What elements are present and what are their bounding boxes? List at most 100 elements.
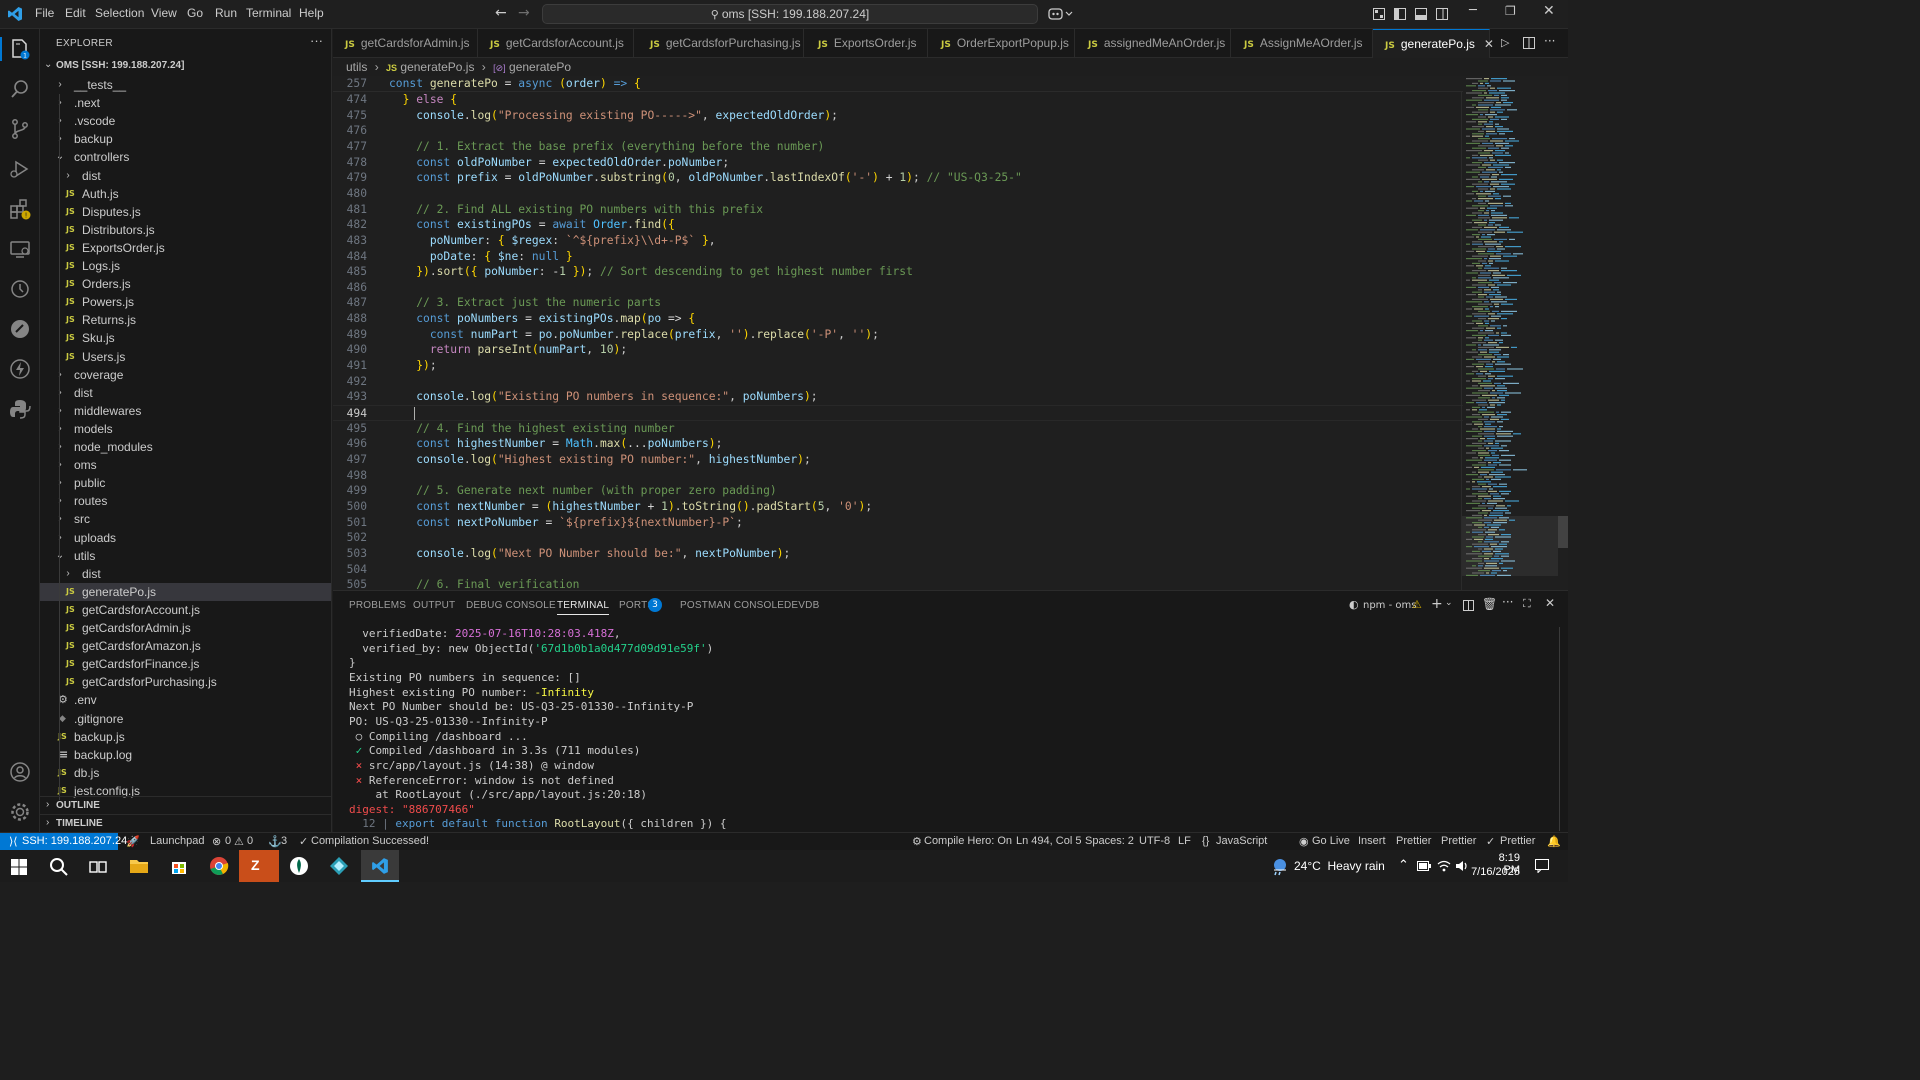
folder-item[interactable]: › node_modules <box>40 438 331 456</box>
outline-section[interactable]: › OUTLINE <box>40 796 331 814</box>
code-line[interactable]: 501 const nextPoNumber = `${prefix}${nex… <box>333 515 1463 531</box>
more-actions-icon[interactable]: ··· <box>310 33 323 48</box>
wifi-icon[interactable] <box>1437 859 1451 873</box>
folder-item[interactable]: › .next <box>40 94 331 112</box>
toggle-secondary-sidebar-icon[interactable] <box>1436 8 1448 20</box>
menu-edit[interactable]: Edit <box>65 6 86 20</box>
file-item[interactable]: JS getCardsforAccount.js <box>40 601 331 619</box>
panel-more-icon[interactable]: ··· <box>1502 595 1513 609</box>
language-mode[interactable]: JavaScript <box>1216 835 1267 847</box>
file-item[interactable]: JS generatePo.js <box>40 582 331 601</box>
filezilla-taskbar-item[interactable]: Z <box>239 850 279 882</box>
postman-icon[interactable] <box>8 317 32 341</box>
breadcrumb-file[interactable]: generatePo.js <box>400 60 474 74</box>
close-tab-icon[interactable]: ✕ <box>1484 37 1494 51</box>
code-line[interactable]: 502 <box>333 530 1463 546</box>
file-item[interactable]: JS Returns.js <box>40 311 331 329</box>
search-taskbar-icon[interactable] <box>49 857 69 877</box>
tab-postman-console[interactable]: POSTMAN CONSOLE <box>680 600 784 611</box>
code-line[interactable]: 498 <box>333 468 1463 484</box>
file-item[interactable]: JS getCardsforFinance.js <box>40 655 331 673</box>
tab-debug-console[interactable]: DEBUG CONSOLE <box>466 600 556 611</box>
run-code-icon[interactable]: ▷ <box>1501 36 1509 49</box>
code-line[interactable]: 476 <box>333 123 1463 139</box>
copilot-icon[interactable] <box>1048 7 1074 21</box>
breadcrumb-folder[interactable]: utils <box>346 60 367 74</box>
microsoft-store-icon[interactable] <box>169 856 189 876</box>
file-item[interactable]: JS Powers.js <box>40 293 331 311</box>
code-line[interactable]: 477 // 1. Extract the base prefix (every… <box>333 139 1463 155</box>
command-center-search[interactable]: ⚲ oms [SSH: 199.188.207.24] <box>542 4 1038 24</box>
code-line[interactable]: 488 const poNumbers = existingPOs.map(po… <box>333 311 1463 327</box>
line-ending[interactable]: LF <box>1178 835 1191 847</box>
folder-item[interactable]: › coverage <box>40 366 331 384</box>
menu-run[interactable]: Run <box>215 6 237 20</box>
code-line[interactable]: 483 poNumber: { $regex: `^${prefix}\\d+-… <box>333 233 1463 249</box>
folder-item[interactable]: › routes <box>40 492 331 510</box>
ports-count[interactable]: 3 <box>281 835 287 847</box>
code-line[interactable]: 494 <box>333 405 1463 421</box>
file-item[interactable]: JS getCardsforAdmin.js <box>40 619 331 637</box>
code-line[interactable]: 500 const nextNumber = (highestNumber + … <box>333 499 1463 515</box>
compile-hero[interactable]: Compile Hero: On <box>924 835 1012 847</box>
back-arrow-icon[interactable]: ← <box>495 5 507 21</box>
encoding[interactable]: UTF-8 <box>1139 835 1170 847</box>
menu-terminal[interactable]: Terminal <box>246 6 291 20</box>
folder-item[interactable]: › models <box>40 420 331 438</box>
file-item[interactable]: JS db.js <box>40 764 331 782</box>
folder-item[interactable]: ⌄ controllers <box>40 148 331 166</box>
folder-item[interactable]: › dist <box>40 384 331 402</box>
file-item[interactable]: JS getCardsforAmazon.js <box>40 637 331 655</box>
forward-arrow-icon[interactable]: → <box>518 5 530 21</box>
tab-getcardsforaccount[interactable]: JS getCardsforAccount.js <box>478 29 634 58</box>
manage-gear-icon[interactable] <box>8 800 32 824</box>
accounts-icon[interactable] <box>8 760 32 784</box>
code-line[interactable]: 504 <box>333 562 1463 578</box>
new-terminal-icon[interactable]: + <box>1431 596 1443 612</box>
folder-item[interactable]: › dist <box>40 167 331 185</box>
menu-view[interactable]: View <box>151 6 177 20</box>
remote-indicator[interactable]: ⟩⟨ SSH: 199.188.207.24 <box>0 833 127 851</box>
folder-item[interactable]: › middlewares <box>40 402 331 420</box>
folder-item[interactable]: › .vscode <box>40 112 331 130</box>
editor-scrollbar-thumb[interactable] <box>1558 516 1568 548</box>
code-line[interactable]: 481 // 2. Find ALL existing PO numbers w… <box>333 202 1463 218</box>
code-line[interactable]: 489 const numPart = po.poNumber.replace(… <box>333 327 1463 343</box>
folder-item[interactable]: › uploads <box>40 529 331 547</box>
tab-terminal[interactable]: TERMINAL <box>557 600 610 615</box>
chevron-up-icon[interactable]: ⌃ <box>1398 857 1409 873</box>
code-line[interactable]: 484 poDate: { $ne: null } <box>333 249 1463 265</box>
kill-terminal-trash-icon[interactable]: 🗑 <box>1482 597 1497 611</box>
bell-icon[interactable]: 🔔 <box>1547 835 1561 848</box>
code-line[interactable]: 493 console.log("Existing PO numbers in … <box>333 389 1463 405</box>
source-control-icon[interactable] <box>8 117 32 141</box>
battery-icon[interactable] <box>1417 861 1431 871</box>
code-line[interactable]: 474 } else { <box>333 92 1463 108</box>
mongodb-compass-icon[interactable] <box>289 856 309 876</box>
file-item[interactable]: JS Disputes.js <box>40 203 331 221</box>
file-item[interactable]: JS ExportsOrder.js <box>40 239 331 257</box>
code-line[interactable]: 495 // 4. Find the highest existing numb… <box>333 421 1463 437</box>
minimap[interactable] <box>1462 76 1558 590</box>
task-view-icon[interactable] <box>89 858 107 876</box>
code-line[interactable]: 490 return parseInt(numPart, 10); <box>333 342 1463 358</box>
breadcrumb-symbol[interactable]: generatePo <box>509 60 571 74</box>
folder-item[interactable]: › public <box>40 474 331 492</box>
code-line[interactable]: 485 }).sort({ poNumber: -1 }); // Sort d… <box>333 264 1463 280</box>
weather-text[interactable]: 24°C Heavy rain <box>1294 859 1385 873</box>
tab-assignedmeanorder[interactable]: JS assignedMeAnOrder.js <box>1075 29 1231 58</box>
file-item[interactable]: JS Sku.js <box>40 329 331 347</box>
chrome-icon[interactable] <box>209 856 229 876</box>
file-item[interactable]: JS Logs.js <box>40 257 331 275</box>
sticky-scroll-line[interactable]: 257 const generatePo = async (order) => … <box>333 76 1463 92</box>
code-line[interactable]: 479 const prefix = oldPoNumber.substring… <box>333 170 1463 186</box>
code-line[interactable]: 491 }); <box>333 358 1463 374</box>
split-terminal-icon[interactable] <box>1463 600 1474 611</box>
file-explorer-icon[interactable] <box>129 857 149 875</box>
folder-item[interactable]: › src <box>40 510 331 528</box>
prettier-2[interactable]: Prettier <box>1441 835 1476 847</box>
menu-go[interactable]: Go <box>187 6 203 20</box>
editor-more-icon[interactable]: ··· <box>1544 34 1555 48</box>
code-line[interactable]: 480 <box>333 186 1463 202</box>
cursor-position[interactable]: Ln 494, Col 5 <box>1016 835 1081 847</box>
